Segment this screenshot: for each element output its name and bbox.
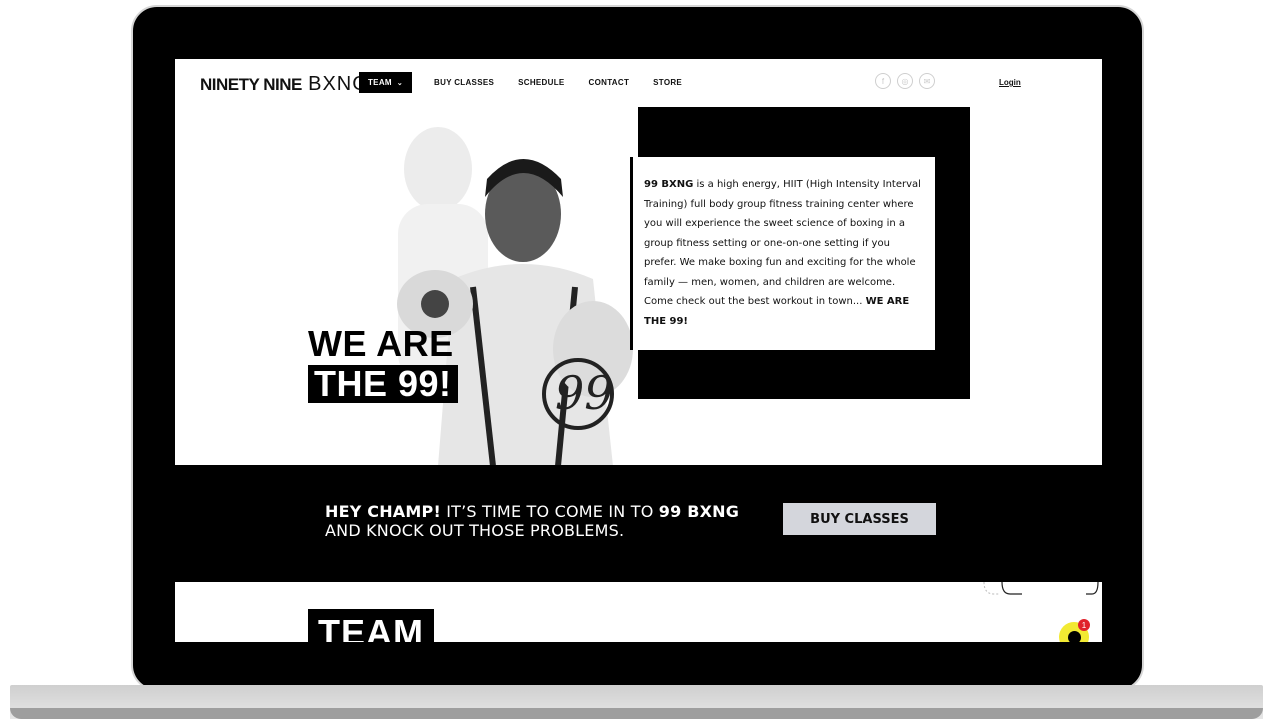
boxer-illustration: 99: [397, 127, 633, 466]
chat-widget-button[interactable]: 1: [1059, 619, 1090, 642]
cta-lead-rest: IT’S TIME TO COME IN TO: [440, 502, 659, 521]
cta-lead-brand: 99 BXNG: [658, 502, 740, 521]
nav-item-contact[interactable]: CONTACT: [589, 78, 630, 87]
cta-lead-bold: HEY CHAMP!: [325, 502, 441, 521]
headline-line-2: THE 99!: [308, 365, 458, 403]
nav-item-store[interactable]: STORE: [653, 78, 682, 87]
main-menu: TEAM ⌄ BUY CLASSES SCHEDULE CONTACT STOR…: [359, 72, 706, 93]
cta-band: HEY CHAMP! IT’S TIME TO COME IN TO 99 BX…: [175, 465, 1102, 582]
top-navigation: NINETY NINE BXNG TEAM ⌄ BUY CLASSES SCHE…: [175, 59, 1102, 109]
site-logo[interactable]: NINETY NINE BXNG: [200, 73, 369, 96]
about-brand: 99 BXNG: [644, 179, 694, 190]
nav-item-team-label: TEAM: [368, 78, 392, 87]
logo-bold-text: NINETY NINE: [200, 75, 302, 94]
team-heading: TEAM: [308, 609, 434, 642]
chat-bubble-icon: [1067, 630, 1081, 642]
laptop-base-lip: [10, 708, 1263, 719]
nav-item-team[interactable]: TEAM ⌄: [359, 72, 413, 93]
website-screen: NINETY NINE BXNG TEAM ⌄ BUY CLASSES SCHE…: [175, 59, 1102, 642]
about-text: is a high energy, HIIT (High Intensity I…: [644, 179, 921, 307]
cta-line-2: AND KNOCK OUT THOSE PROBLEMS.: [325, 521, 625, 540]
svg-text:99: 99: [555, 366, 614, 420]
chevron-down-icon: ⌄: [396, 79, 404, 87]
facebook-icon[interactable]: f: [875, 73, 891, 89]
yelp-icon[interactable]: ✉: [919, 73, 935, 89]
hero-headline: WE ARE THE 99!: [308, 325, 458, 403]
login-link[interactable]: Login: [999, 78, 1021, 87]
chat-notification-badge: 1: [1078, 619, 1090, 631]
corner-brackets-icon: [983, 581, 1099, 595]
instagram-icon[interactable]: ◎: [897, 73, 913, 89]
nav-item-schedule[interactable]: SCHEDULE: [518, 78, 564, 87]
social-links: f ◎ ✉: [875, 73, 941, 89]
buy-classes-button[interactable]: BUY CLASSES: [783, 503, 936, 535]
team-section: TEAM 1: [175, 581, 1102, 642]
cta-message: HEY CHAMP! IT’S TIME TO COME IN TO 99 BX…: [325, 502, 739, 540]
headline-line-1: WE ARE: [308, 323, 454, 364]
hero-boxer-photo: 99: [283, 109, 643, 466]
about-text-card: 99 BXNG is a high energy, HIIT (High Int…: [630, 157, 935, 350]
nav-item-buy-classes[interactable]: BUY CLASSES: [434, 78, 494, 87]
